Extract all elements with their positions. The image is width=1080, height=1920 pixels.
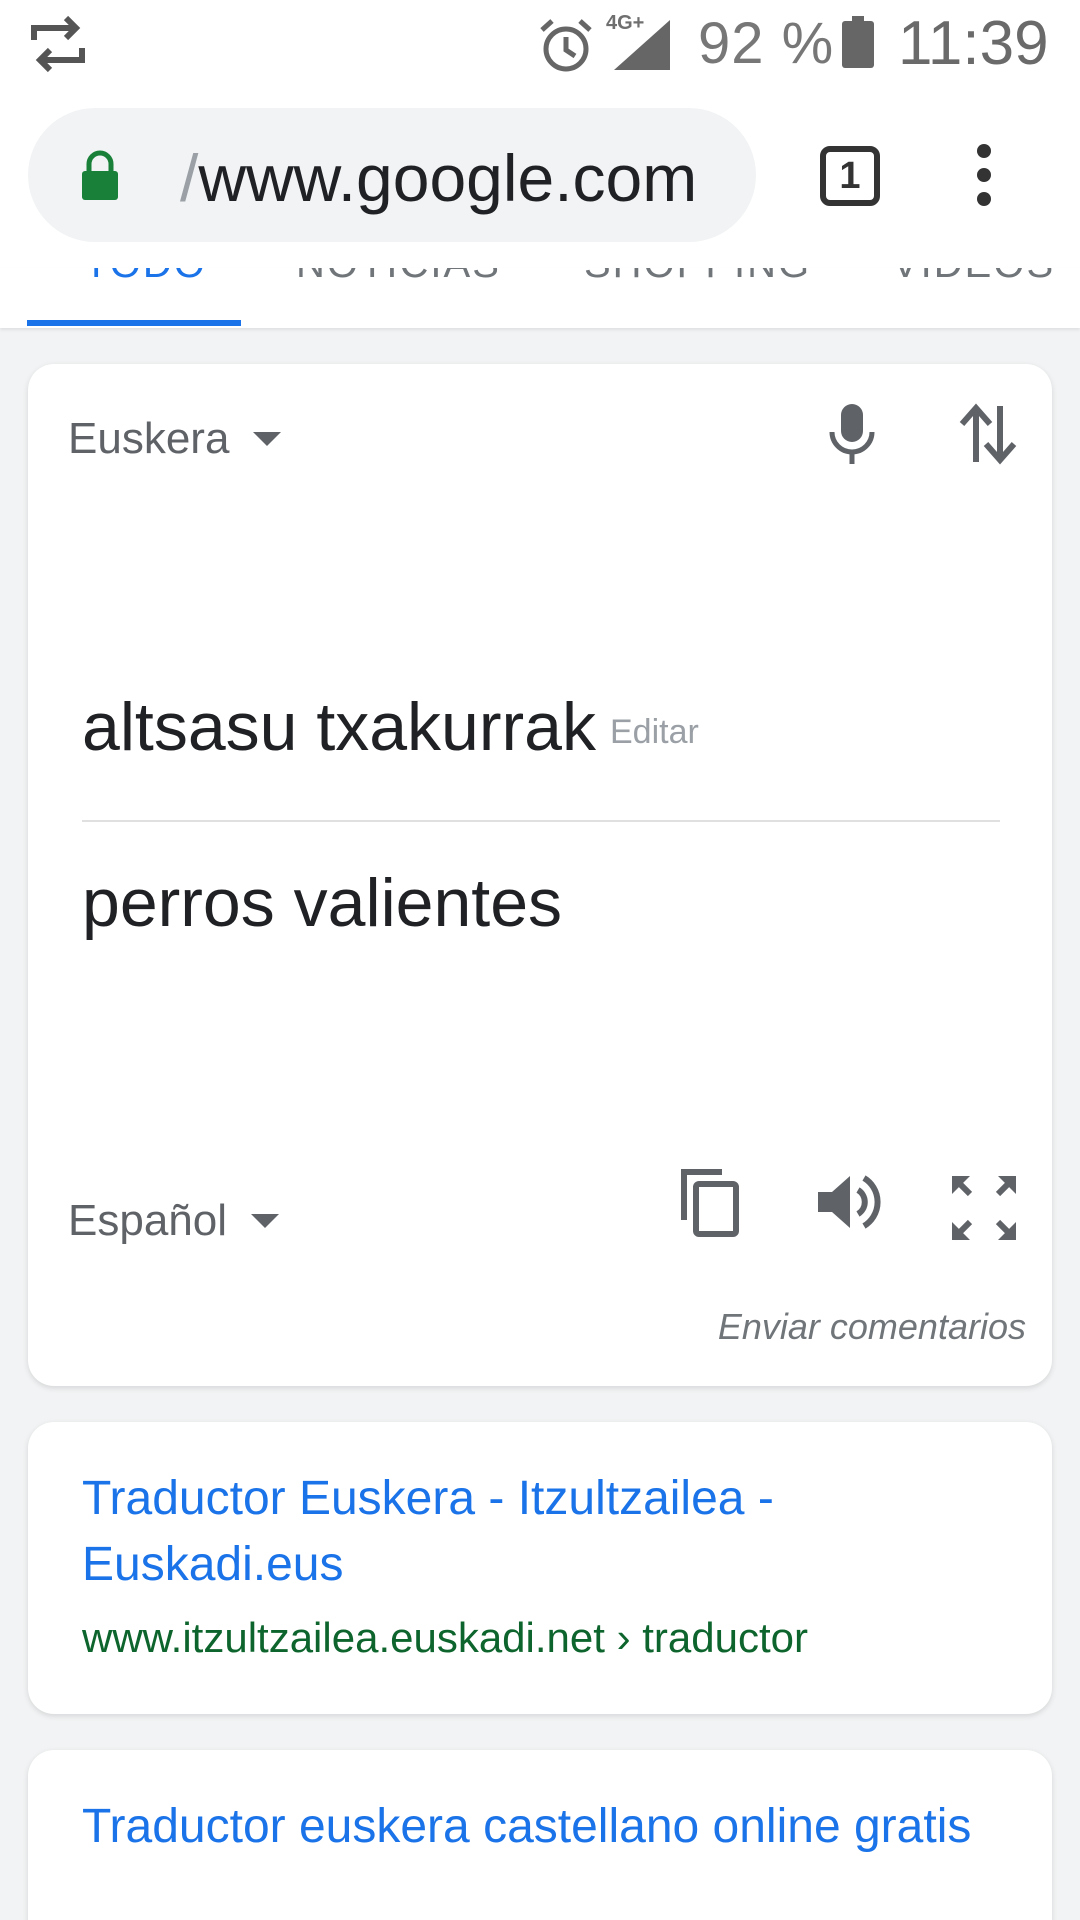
url-prefix: / <box>180 141 199 215</box>
source-language-select[interactable]: Euskera <box>68 414 282 464</box>
fullscreen-icon[interactable] <box>946 1170 1022 1246</box>
microphone-icon[interactable] <box>814 396 890 472</box>
copy-icon[interactable] <box>672 1164 748 1240</box>
dropdown-arrow-icon <box>251 1214 280 1228</box>
alarm-icon <box>540 19 592 72</box>
tab-count: 1 <box>839 154 861 197</box>
divider <box>82 820 1000 822</box>
result-title-link[interactable]: Traductor euskera castellano online grat… <box>82 1794 982 1860</box>
speaker-icon[interactable] <box>810 1164 886 1240</box>
dropdown-arrow-icon <box>253 432 282 446</box>
clock: 11:39 <box>898 9 1049 78</box>
tab-switcher-button[interactable]: 1 <box>820 146 880 206</box>
edit-link[interactable]: Editar <box>610 713 699 751</box>
target-language-label: Español <box>68 1196 228 1245</box>
address-bar[interactable]: /www.google.com <box>28 108 756 242</box>
send-feedback-link[interactable]: Enviar comentarios <box>718 1306 1026 1348</box>
url-text[interactable]: /www.google.com <box>180 140 697 216</box>
lock-icon <box>82 150 118 200</box>
source-language-label: Euskera <box>68 414 230 463</box>
signal-icon <box>614 20 670 70</box>
battery-percentage: 92 % <box>698 11 835 76</box>
target-language-select[interactable]: Español <box>68 1196 280 1246</box>
sync-icon <box>31 15 85 73</box>
source-text[interactable]: altsasu txakurrak Editar <box>82 688 699 766</box>
search-tabs: TODO NOTICIAS SHOPPING VÍDEOS <box>0 268 1080 328</box>
browser-toolbar: /www.google.com 1 <box>0 88 1080 268</box>
source-text-value: altsasu txakurrak <box>82 689 596 765</box>
tab-shopping[interactable]: SHOPPING <box>584 268 811 287</box>
battery-icon <box>842 16 874 68</box>
active-tab-indicator <box>27 320 241 326</box>
translated-text: perros valientes <box>82 865 563 941</box>
result-title-link[interactable]: Traductor Euskera - Itzultzailea - Euska… <box>82 1466 982 1598</box>
search-result-card[interactable]: Traductor euskera castellano online grat… <box>28 1750 1052 1920</box>
result-url[interactable]: www.itzultzailea.euskadi.net › traductor <box>82 1614 808 1662</box>
tab-all[interactable]: TODO <box>84 268 207 287</box>
status-bar: 4G+ 92 % 11:39 <box>0 0 1080 88</box>
translate-card: Euskera altsasu txakurrak Editar perros v… <box>28 364 1052 1386</box>
swap-languages-icon[interactable] <box>950 396 1026 472</box>
tab-news[interactable]: NOTICIAS <box>296 268 501 287</box>
url-host: www.google.com <box>198 141 698 215</box>
search-result-card[interactable]: Traductor Euskera - Itzultzailea - Euska… <box>28 1422 1052 1714</box>
more-options-icon[interactable] <box>968 144 1000 214</box>
tab-videos[interactable]: VÍDEOS <box>892 268 1055 287</box>
